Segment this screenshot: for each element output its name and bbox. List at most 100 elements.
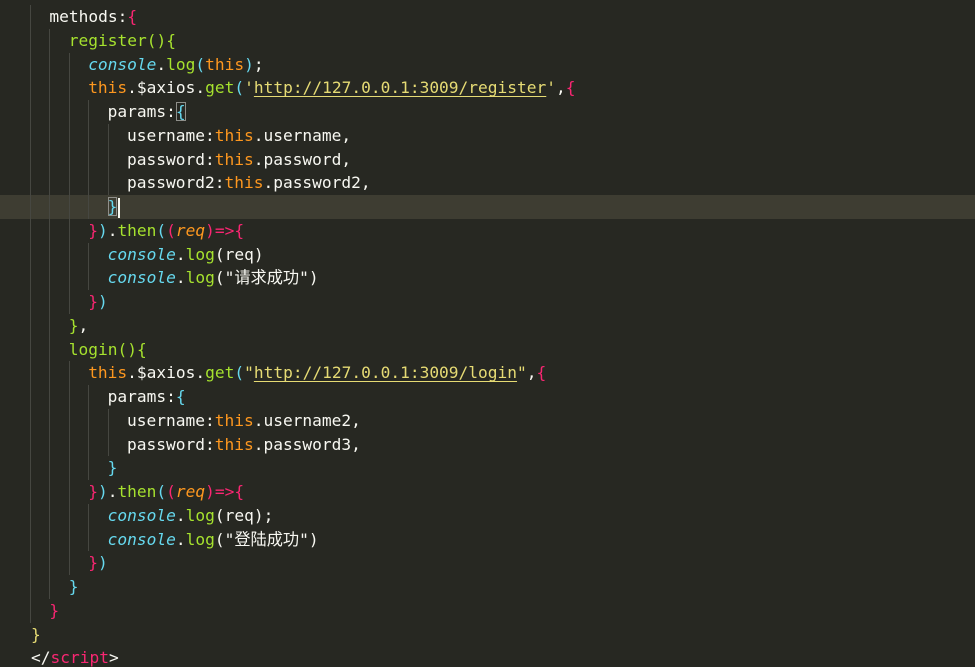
code-line[interactable]: password2:this.password2, bbox=[0, 171, 975, 195]
code-token: => bbox=[214, 482, 235, 501]
code-line[interactable]: login(){ bbox=[0, 337, 975, 362]
indent-guide bbox=[49, 28, 51, 53]
code-line-content: console.log(this); bbox=[88, 53, 263, 77]
code-line[interactable]: console.log(req) bbox=[0, 242, 975, 267]
code-token: login bbox=[68, 339, 118, 359]
code-token: ( bbox=[234, 363, 245, 383]
code-line[interactable]: console.log("登陆成功") bbox=[0, 527, 975, 552]
code-line[interactable]: password:this.password, bbox=[0, 147, 975, 172]
code-token: { bbox=[536, 363, 547, 383]
code-line[interactable]: methods:{ bbox=[0, 5, 975, 29]
indent-guide bbox=[30, 76, 31, 100]
code-token: this bbox=[205, 54, 245, 74]
code-editor[interactable]: methods:{register(){console.log(this); th… bbox=[0, 0, 975, 667]
code-line[interactable]: } bbox=[0, 575, 975, 599]
code-line-content: } bbox=[69, 575, 79, 599]
code-line[interactable]: params:{ bbox=[0, 100, 975, 124]
code-token: methods: bbox=[49, 7, 128, 26]
code-token: ) bbox=[97, 292, 108, 311]
code-line-content: } bbox=[49, 599, 59, 623]
code-token: . bbox=[107, 482, 118, 501]
indent-guide bbox=[49, 313, 51, 338]
indent-guide bbox=[49, 432, 51, 457]
code-token: { bbox=[127, 7, 138, 26]
indent-guide bbox=[49, 575, 51, 599]
indent-guide bbox=[68, 551, 70, 575]
code-token: } bbox=[31, 624, 41, 644]
code-token: console bbox=[107, 505, 176, 525]
code-area[interactable]: methods:{register(){console.log(this); th… bbox=[0, 5, 975, 667]
indent-guide bbox=[49, 171, 51, 195]
code-line-content: console.log(req) bbox=[108, 243, 264, 267]
indent-guide bbox=[30, 123, 31, 148]
indent-guide bbox=[88, 385, 90, 409]
code-line-content: } bbox=[108, 456, 118, 480]
code-token: log bbox=[166, 54, 196, 74]
code-token: this bbox=[88, 78, 128, 98]
indent-guide bbox=[88, 266, 90, 290]
code-line[interactable]: password:this.password3, bbox=[0, 432, 975, 457]
code-line-content: } bbox=[31, 623, 41, 647]
indent-guide bbox=[107, 171, 109, 195]
code-line[interactable]: } bbox=[0, 598, 975, 623]
indent-guide bbox=[107, 432, 109, 457]
indent-guide bbox=[49, 385, 51, 409]
code-token: { bbox=[234, 482, 245, 501]
indent-guide bbox=[30, 290, 31, 314]
indent-guide bbox=[30, 337, 31, 362]
code-line[interactable]: params:{ bbox=[0, 385, 975, 409]
code-line[interactable]: </script> bbox=[0, 646, 975, 667]
code-token: ' bbox=[546, 78, 557, 98]
code-line[interactable]: } bbox=[0, 623, 975, 647]
indent-guide bbox=[30, 503, 31, 528]
code-line[interactable]: console.log(req); bbox=[0, 503, 975, 528]
code-token: log bbox=[185, 529, 215, 549]
code-line[interactable]: } bbox=[0, 456, 975, 480]
code-token: username: bbox=[127, 410, 215, 430]
code-token: register bbox=[68, 30, 147, 50]
indent-guide bbox=[107, 123, 109, 148]
code-line[interactable]: username:this.username2, bbox=[0, 408, 975, 433]
indent-guide bbox=[68, 171, 70, 195]
code-token: => bbox=[214, 220, 235, 240]
code-token: { bbox=[565, 78, 576, 98]
indent-guide bbox=[30, 242, 31, 267]
code-token: console bbox=[107, 268, 176, 288]
code-line[interactable]: } bbox=[0, 195, 975, 219]
code-token: { bbox=[137, 339, 147, 359]
code-line[interactable]: }) bbox=[0, 551, 975, 575]
code-token: } bbox=[107, 458, 118, 478]
code-token: console bbox=[107, 244, 176, 264]
code-token: req bbox=[224, 244, 254, 264]
indent-guide bbox=[30, 408, 31, 433]
code-line[interactable]: console.log(this); bbox=[0, 52, 975, 77]
code-line[interactable]: }).then((req)=>{ bbox=[0, 218, 975, 243]
indent-guide bbox=[88, 100, 90, 124]
code-line[interactable]: }).then((req)=>{ bbox=[0, 480, 975, 504]
code-line[interactable]: console.log("请求成功") bbox=[0, 266, 975, 290]
code-token: get bbox=[205, 363, 235, 383]
indent-guide bbox=[68, 385, 70, 409]
code-line[interactable]: register(){ bbox=[0, 28, 975, 53]
text-cursor bbox=[118, 197, 121, 218]
code-token: ( bbox=[214, 268, 225, 288]
code-line[interactable]: this.$axios.get('http://127.0.0.1:3009/r… bbox=[0, 76, 975, 100]
code-token: ( bbox=[166, 220, 176, 240]
indent-guide bbox=[49, 218, 51, 243]
code-line[interactable]: }, bbox=[0, 313, 975, 338]
indent-guide bbox=[30, 361, 31, 385]
code-token: script bbox=[50, 648, 109, 667]
code-token: req bbox=[224, 505, 254, 525]
indent-guide bbox=[68, 527, 70, 552]
code-line-content: params:{ bbox=[108, 100, 186, 124]
indent-guide bbox=[30, 195, 31, 219]
code-line[interactable]: this.$axios.get("http://127.0.0.1:3009/l… bbox=[0, 361, 975, 385]
indent-guide bbox=[88, 432, 90, 457]
code-line-content: username:this.username, bbox=[127, 124, 351, 148]
code-token: { bbox=[175, 387, 186, 406]
indent-guide bbox=[30, 432, 31, 457]
indent-guide bbox=[49, 480, 51, 504]
code-line[interactable]: }) bbox=[0, 290, 975, 314]
indent-guide bbox=[49, 551, 51, 575]
code-line[interactable]: username:this.username, bbox=[0, 123, 975, 148]
